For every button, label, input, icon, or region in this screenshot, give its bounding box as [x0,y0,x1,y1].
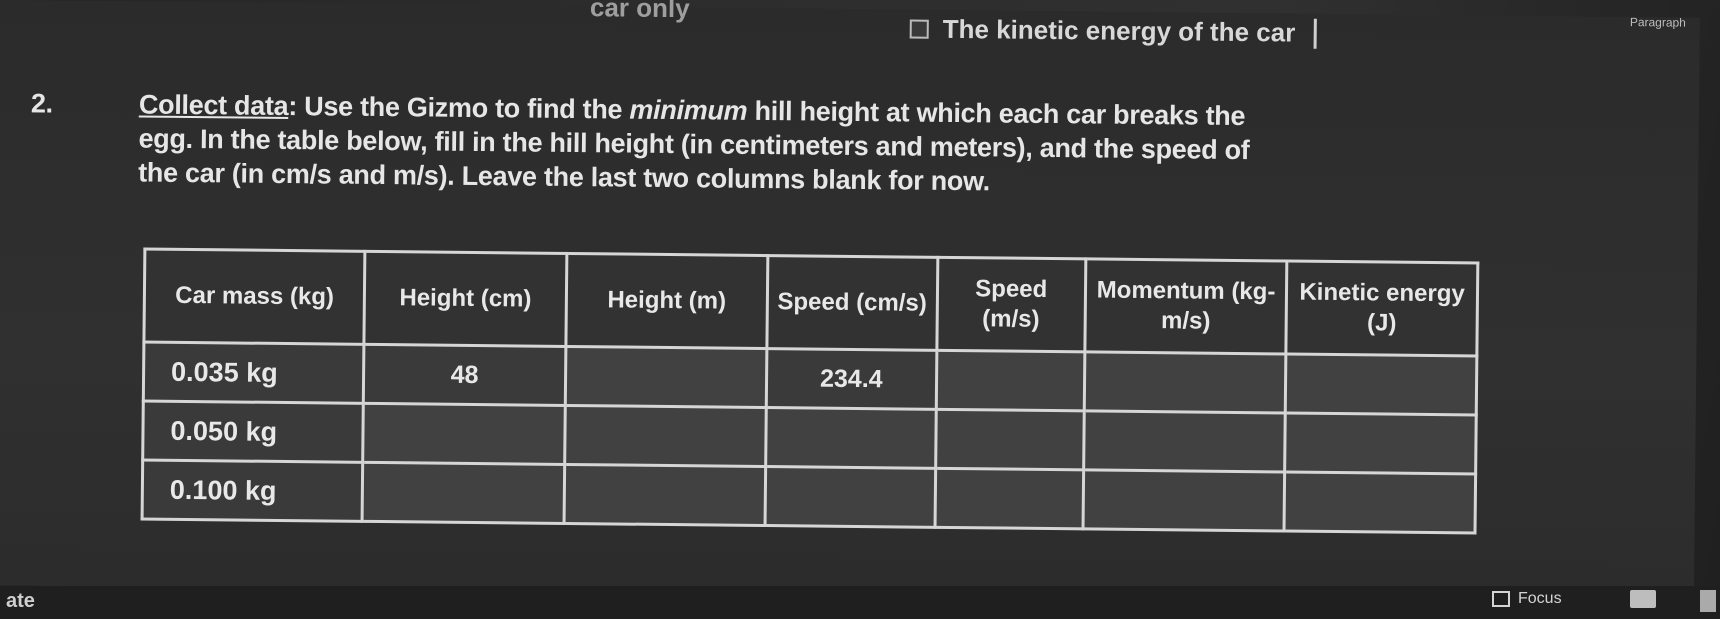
text-cursor [1313,18,1317,49]
header-height-m: Height (m) [565,253,768,349]
header-kinetic-energy: Kinetic energy (J) [1286,260,1478,356]
cell-height-m[interactable] [563,464,766,526]
table-header-row: Car mass (kg) Height (cm) Height (m) Spe… [143,249,1478,356]
header-speed-cms: Speed (cm/s) [766,255,938,351]
checkbox-icon[interactable] [909,19,929,39]
table-row: 0.100 kg [142,460,1476,533]
status-bar-left-text: ate [6,590,35,612]
web-layout-icon[interactable] [1700,590,1716,612]
cell-kinetic-energy[interactable] [1285,353,1477,415]
answer-option-kinetic-energy[interactable]: The kinetic energy of the car [909,13,1317,49]
cell-momentum[interactable] [1084,351,1287,413]
question-lead: Collect data [138,89,289,122]
paragraph-label: Paragraph [1629,15,1686,30]
status-bar: ate Focus [0,586,1720,619]
cell-speed-cms[interactable] [765,466,936,528]
cell-height-cm[interactable]: 48 [363,344,566,406]
header-height-cm: Height (cm) [364,251,567,347]
cell-speed-cms[interactable] [765,407,936,469]
cell-speed-cms[interactable]: 234.4 [766,348,937,410]
document-page: car only The kinetic energy of the car P… [0,0,1700,603]
cell-speed-ms[interactable] [935,409,1085,470]
data-table: Car mass (kg) Height (cm) Height (m) Spe… [140,247,1480,535]
question-number: 2. [30,88,53,119]
header-car-mass: Car mass (kg) [143,249,366,345]
cell-momentum[interactable] [1082,469,1285,531]
answer-option-label: The kinetic energy of the car [942,13,1296,48]
cell-kinetic-energy[interactable] [1284,412,1477,474]
cell-momentum[interactable] [1083,410,1286,472]
question-text-part-1: : Use the Gizmo to find the [288,91,630,125]
header-speed-ms: Speed (m/s) [936,257,1086,352]
print-layout-icon[interactable] [1630,590,1656,608]
cell-speed-ms[interactable] [934,468,1084,529]
focus-label: Focus [1518,590,1562,607]
cell-height-m[interactable] [564,346,767,408]
cell-kinetic-energy[interactable] [1284,471,1476,533]
cell-height-cm[interactable] [362,462,565,524]
top-partial-text: car only [589,0,690,24]
cell-car-mass: 0.100 kg [142,460,364,522]
cell-car-mass: 0.050 kg [142,401,364,463]
cell-car-mass: 0.035 kg [143,342,365,404]
cell-height-cm[interactable] [363,403,565,465]
focus-button[interactable]: Focus [1492,590,1562,608]
cell-speed-ms[interactable] [935,350,1085,411]
question-emphasis: minimum [629,94,748,126]
question-text: 2. Collect data: Use the Gizmo to find t… [31,87,1279,201]
cell-height-m[interactable] [564,405,767,467]
header-momentum: Momentum (kg-m/s) [1084,258,1288,354]
focus-icon [1492,591,1510,607]
